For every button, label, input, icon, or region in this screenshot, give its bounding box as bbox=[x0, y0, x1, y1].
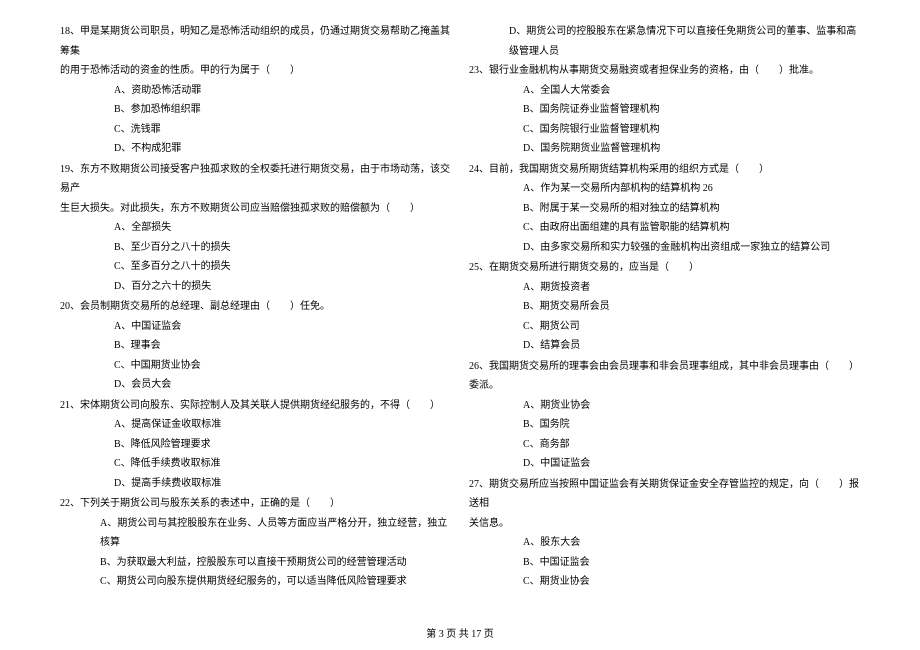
q21-option-b: B、降低风险管理要求 bbox=[60, 435, 451, 455]
q22-option-d: D、期货公司的控股股东在紧急情况下可以直接任免期货公司的董事、监事和高级管理人员 bbox=[469, 22, 860, 61]
question-24: 24、目前，我国期货交易所期货结算机构采用的组织方式是（ ） A、作为某一交易所… bbox=[469, 160, 860, 258]
q21-option-a: A、提高保证金收取标准 bbox=[60, 415, 451, 435]
q23-option-a: A、全国人大常委会 bbox=[469, 81, 860, 101]
right-column: D、期货公司的控股股东在紧急情况下可以直接任免期货公司的董事、监事和高级管理人员… bbox=[469, 22, 860, 593]
q25-option-d: D、结算会员 bbox=[469, 336, 860, 356]
q21-text: 21、宋体期货公司向股东、实际控制人及其关联人提供期货经纪服务的，不得（ ） bbox=[60, 396, 451, 416]
page-footer: 第 3 页 共 17 页 bbox=[0, 625, 920, 640]
q23-option-c: C、国务院银行业监督管理机构 bbox=[469, 120, 860, 140]
q19-option-c: C、至多百分之八十的损失 bbox=[60, 257, 451, 277]
q25-option-c: C、期货公司 bbox=[469, 317, 860, 337]
q18-option-d: D、不构成犯罪 bbox=[60, 139, 451, 159]
question-20: 20、会员制期货交易所的总经理、副总经理由（ ）任免。 A、中国证监会 B、理事… bbox=[60, 297, 451, 395]
question-23: 23、银行业金融机构从事期货交易融资或者担保业务的资格，由（ ）批准。 A、全国… bbox=[469, 61, 860, 159]
q22-option-c: C、期货公司向股东提供期货经纪服务的，可以适当降低风险管理要求 bbox=[60, 572, 451, 592]
q19-option-d: D、百分之六十的损失 bbox=[60, 277, 451, 297]
q26-option-d: D、中国证监会 bbox=[469, 454, 860, 474]
q22-option-a: A、期货公司与其控股股东在业务、人员等方面应当严格分开，独立经营，独立核算 bbox=[60, 514, 451, 553]
q23-text: 23、银行业金融机构从事期货交易融资或者担保业务的资格，由（ ）批准。 bbox=[469, 61, 860, 81]
q21-option-c: C、降低手续费收取标准 bbox=[60, 454, 451, 474]
q20-option-a: A、中国证监会 bbox=[60, 317, 451, 337]
q20-option-c: C、中国期货业协会 bbox=[60, 356, 451, 376]
q26-option-c: C、商务部 bbox=[469, 435, 860, 455]
q27-text-line1: 27、期货交易所应当按照中国证监会有关期货保证金安全存管监控的规定，向（ ）报送… bbox=[469, 475, 860, 514]
q24-option-a: A、作为某一交易所内部机构的结算机构 26 bbox=[469, 179, 860, 199]
q19-text-line1: 19、东方不败期货公司接受客户独孤求败的全权委托进行期货交易，由于市场动荡，该交… bbox=[60, 160, 451, 199]
q27-option-b: B、中国证监会 bbox=[469, 553, 860, 573]
q18-text-line2: 的用于恐怖活动的资金的性质。甲的行为属于（ ） bbox=[60, 61, 451, 81]
q27-option-a: A、股东大会 bbox=[469, 533, 860, 553]
q23-option-b: B、国务院证券业监督管理机构 bbox=[469, 100, 860, 120]
q18-option-a: A、资助恐怖活动罪 bbox=[60, 81, 451, 101]
q22-text: 22、下列关于期货公司与股东关系的表述中，正确的是（ ） bbox=[60, 494, 451, 514]
page-columns: 18、甲是某期货公司职员，明知乙是恐怖活动组织的成员，仍通过期货交易帮助乙掩盖其… bbox=[60, 22, 860, 593]
q23-option-d: D、国务院期货业监督管理机构 bbox=[469, 139, 860, 159]
q21-option-d: D、提高手续费收取标准 bbox=[60, 474, 451, 494]
q24-option-c: C、由政府出面组建的具有监管职能的结算机构 bbox=[469, 218, 860, 238]
q27-text-line2: 关信息。 bbox=[469, 514, 860, 534]
q24-option-b: B、附属于某一交易所的相对独立的结算机构 bbox=[469, 199, 860, 219]
question-27: 27、期货交易所应当按照中国证监会有关期货保证金安全存管监控的规定，向（ ）报送… bbox=[469, 475, 860, 592]
q26-option-b: B、国务院 bbox=[469, 415, 860, 435]
q22-option-b: B、为获取最大利益，控股股东可以直接干预期货公司的经营管理活动 bbox=[60, 553, 451, 573]
left-column: 18、甲是某期货公司职员，明知乙是恐怖活动组织的成员，仍通过期货交易帮助乙掩盖其… bbox=[60, 22, 451, 593]
q18-option-c: C、洗钱罪 bbox=[60, 120, 451, 140]
q27-option-c: C、期货业协会 bbox=[469, 572, 860, 592]
q24-option-d: D、由多家交易所和实力较强的金融机构出资组成一家独立的结算公司 bbox=[469, 238, 860, 258]
q24-text: 24、目前，我国期货交易所期货结算机构采用的组织方式是（ ） bbox=[469, 160, 860, 180]
question-21: 21、宋体期货公司向股东、实际控制人及其关联人提供期货经纪服务的，不得（ ） A… bbox=[60, 396, 451, 494]
q19-text-line2: 生巨大损失。对此损失，东方不败期货公司应当赔偿独孤求败的赔偿额为（ ） bbox=[60, 199, 451, 219]
question-25: 25、在期货交易所进行期货交易的，应当是（ ） A、期货投资者 B、期货交易所会… bbox=[469, 258, 860, 356]
question-19: 19、东方不败期货公司接受客户独孤求败的全权委托进行期货交易，由于市场动荡，该交… bbox=[60, 160, 451, 297]
question-22: 22、下列关于期货公司与股东关系的表述中，正确的是（ ） A、期货公司与其控股股… bbox=[60, 494, 451, 592]
q25-option-a: A、期货投资者 bbox=[469, 278, 860, 298]
q18-option-b: B、参加恐怖组织罪 bbox=[60, 100, 451, 120]
q18-text-line1: 18、甲是某期货公司职员，明知乙是恐怖活动组织的成员，仍通过期货交易帮助乙掩盖其… bbox=[60, 22, 451, 61]
q26-option-a: A、期货业协会 bbox=[469, 396, 860, 416]
q19-option-a: A、全部损失 bbox=[60, 218, 451, 238]
q25-option-b: B、期货交易所会员 bbox=[469, 297, 860, 317]
q20-option-b: B、理事会 bbox=[60, 336, 451, 356]
q25-text: 25、在期货交易所进行期货交易的，应当是（ ） bbox=[469, 258, 860, 278]
q19-option-b: B、至少百分之八十的损失 bbox=[60, 238, 451, 258]
q20-text: 20、会员制期货交易所的总经理、副总经理由（ ）任免。 bbox=[60, 297, 451, 317]
question-18: 18、甲是某期货公司职员，明知乙是恐怖活动组织的成员，仍通过期货交易帮助乙掩盖其… bbox=[60, 22, 451, 159]
q26-text: 26、我国期货交易所的理事会由会员理事和非会员理事组成，其中非会员理事由（ ）委… bbox=[469, 357, 860, 396]
question-26: 26、我国期货交易所的理事会由会员理事和非会员理事组成，其中非会员理事由（ ）委… bbox=[469, 357, 860, 474]
q20-option-d: D、会员大会 bbox=[60, 375, 451, 395]
